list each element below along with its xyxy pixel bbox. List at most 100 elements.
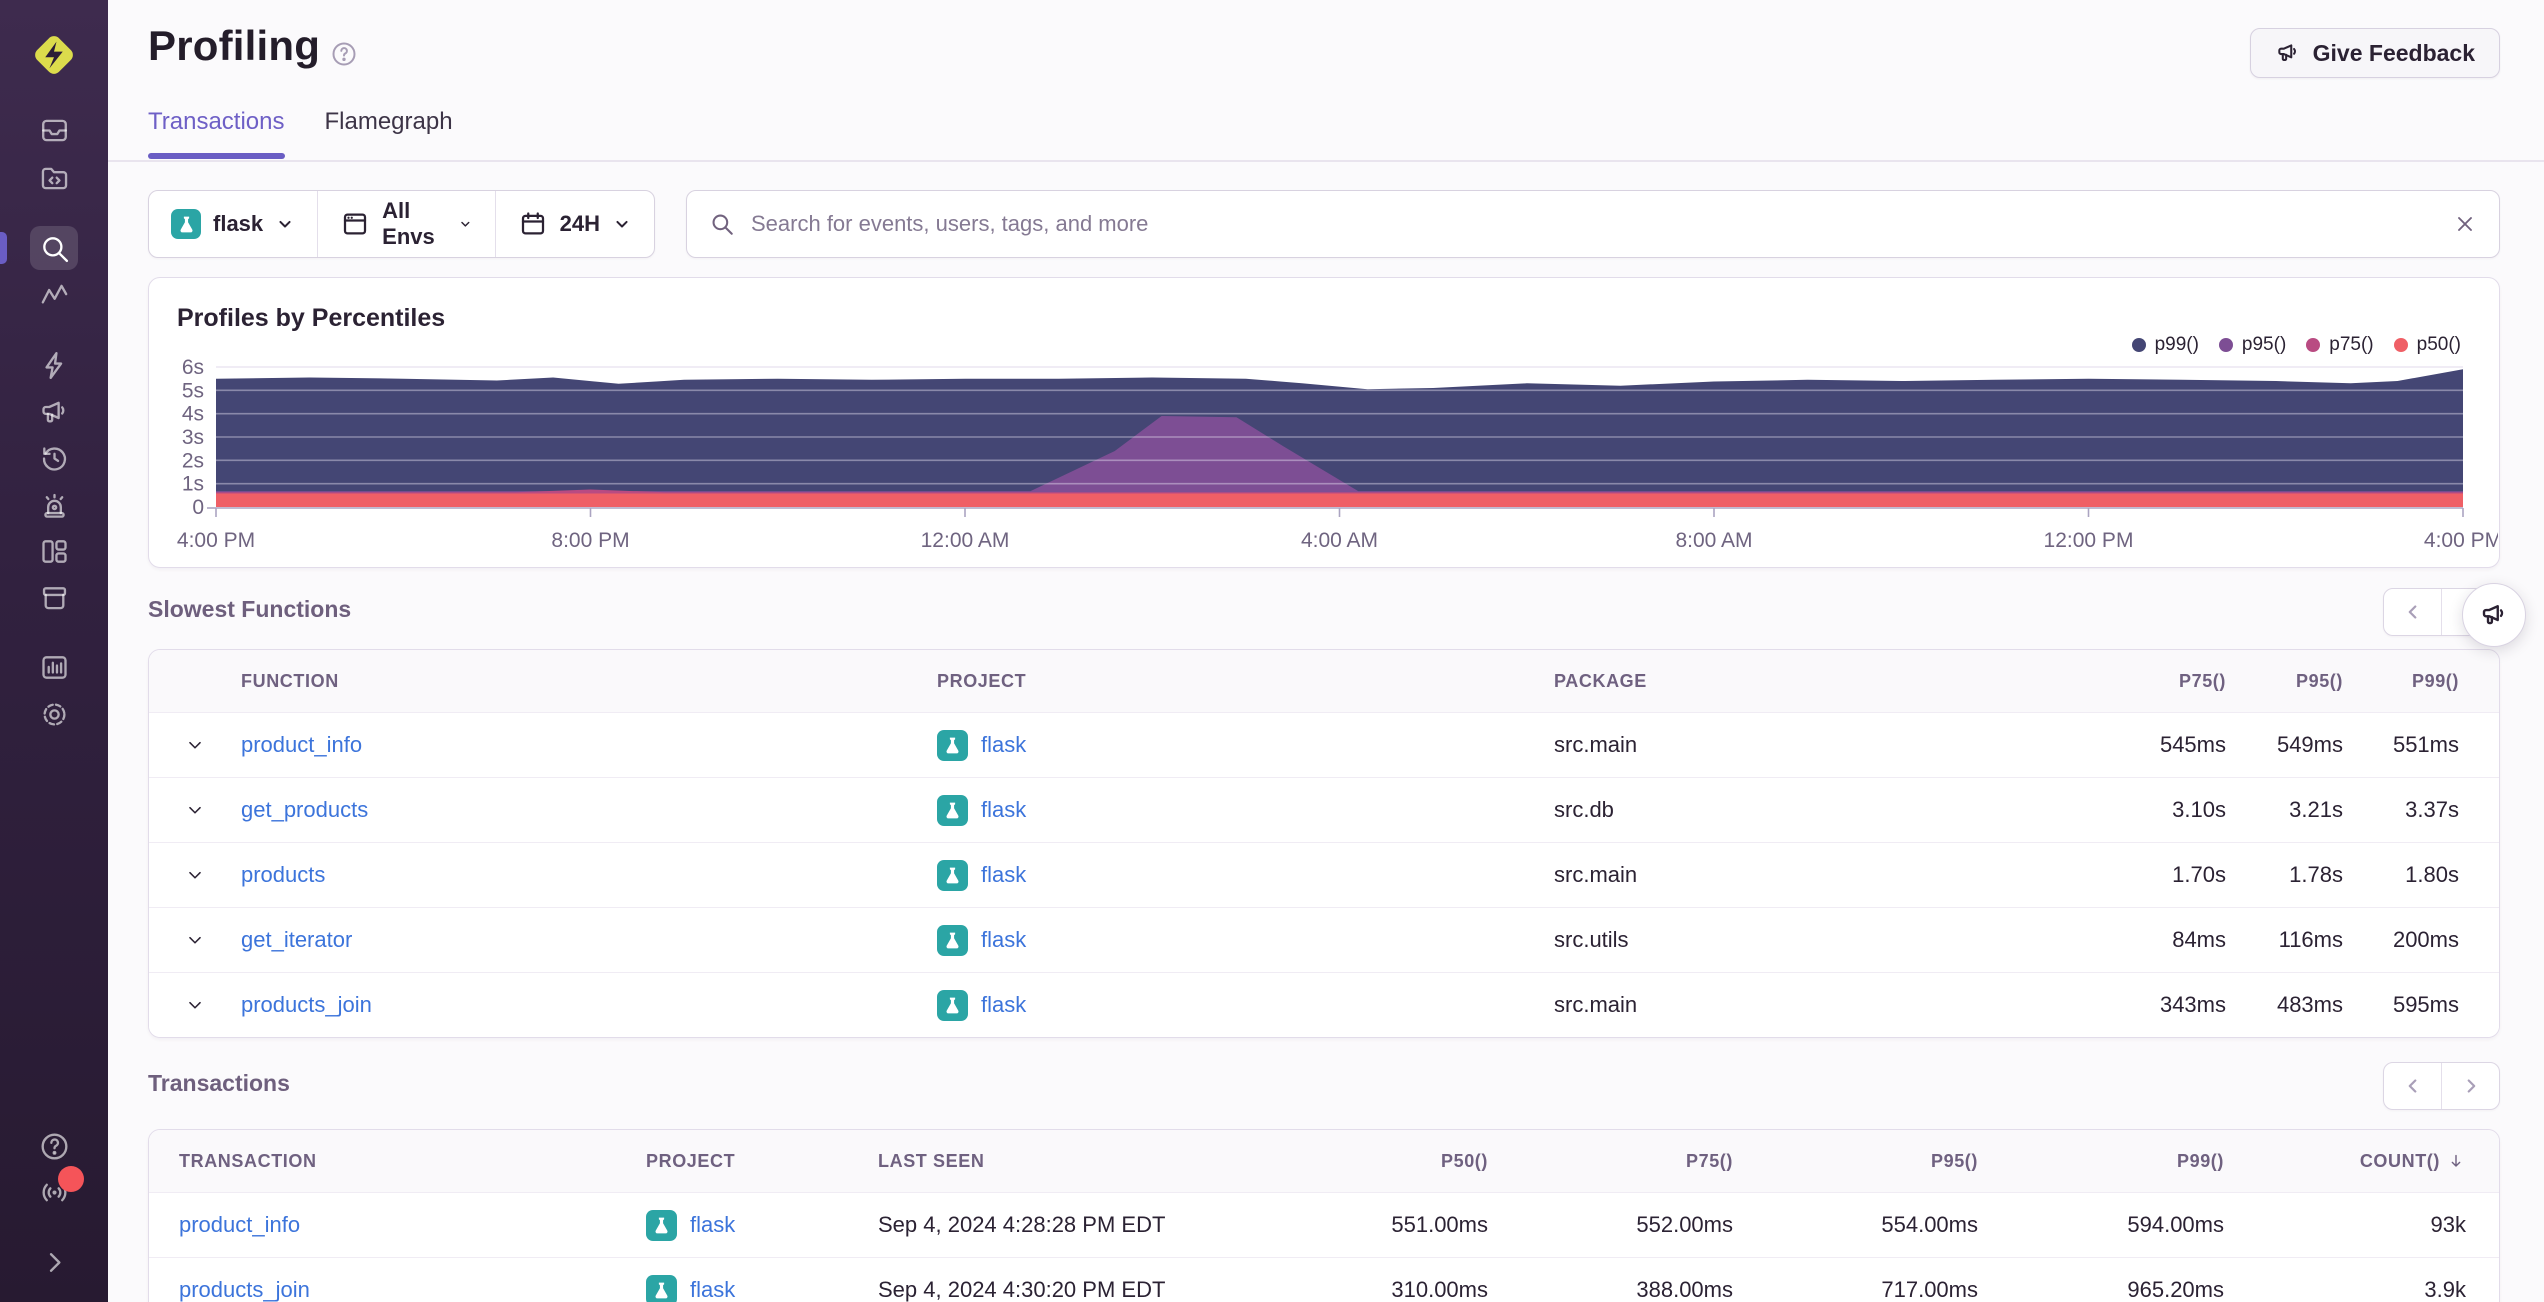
next-page-button[interactable] — [2441, 1063, 2499, 1109]
transaction-cell: products_join — [149, 1277, 646, 1302]
column-header-p75[interactable]: P75() — [1488, 1151, 1733, 1172]
column-header-label: P99() — [2176, 1150, 2224, 1171]
column-header-p50[interactable]: P50() — [1243, 1151, 1488, 1172]
project-link[interactable]: flask — [981, 992, 1026, 1018]
stats-icon — [38, 651, 71, 684]
environment-filter[interactable]: All Envs — [317, 191, 494, 257]
column-header-package: PACKAGE — [1554, 670, 1647, 691]
project-link[interactable]: flask — [981, 732, 1026, 758]
column-header-p99[interactable]: P99() — [1978, 1151, 2224, 1172]
column-header-p95[interactable]: P95() — [1733, 1151, 1978, 1172]
legend-item-p99[interactable]: p99() — [2131, 334, 2199, 356]
function-link[interactable]: products — [241, 862, 325, 887]
previous-page-button[interactable] — [2384, 589, 2441, 635]
function-link[interactable]: product_info — [241, 732, 362, 757]
sidebar-item-performance[interactable] — [30, 343, 78, 387]
sidebar-item-dashboards[interactable] — [30, 529, 78, 573]
p99-value: 594.00ms — [2127, 1212, 2224, 1237]
p75-value: 388.00ms — [1636, 1277, 1733, 1302]
column-header-project: PROJECT — [937, 670, 1027, 691]
function-link[interactable]: get_iterator — [241, 927, 352, 952]
sidebar-item-traces[interactable] — [30, 273, 78, 317]
project-link[interactable]: flask — [690, 1277, 735, 1302]
transaction-link[interactable]: products_join — [179, 1277, 310, 1302]
sidebar-item-collapse[interactable] — [30, 1240, 78, 1284]
area-series-p50 — [216, 493, 2463, 507]
archive-icon — [38, 582, 71, 615]
legend-item-p50[interactable]: p50() — [2393, 334, 2461, 356]
project-cell: flask — [937, 989, 1554, 1021]
project-link[interactable]: flask — [690, 1212, 735, 1238]
floating-feedback-button[interactable] — [2462, 583, 2526, 647]
traces-icon — [38, 279, 71, 312]
function-link[interactable]: products_join — [241, 992, 372, 1017]
project-filter[interactable]: flask — [149, 191, 317, 257]
chevron-down-icon — [616, 220, 628, 228]
close-icon[interactable] — [2453, 212, 2477, 236]
help-icon[interactable] — [330, 40, 358, 68]
sidebar — [0, 0, 108, 1302]
date-range-filter[interactable]: 24H — [494, 191, 654, 257]
main-content: Profiling Give Feedback Transactions Flam… — [108, 0, 2544, 1302]
p95-value: 554.00ms — [1881, 1212, 1978, 1237]
package-cell: src.main — [1554, 732, 1638, 757]
search-icon — [712, 214, 733, 235]
flask-platform-icon — [171, 209, 201, 239]
profiling-tabs: Transactions Flamegraph — [148, 108, 453, 159]
package-cell: src.main — [1554, 862, 1638, 887]
expand-row-button[interactable] — [149, 994, 241, 1016]
function-cell: products — [241, 862, 937, 888]
sentry-logo[interactable] — [29, 30, 79, 80]
sidebar-item-settings[interactable] — [30, 692, 78, 736]
chevron-right-icon — [2467, 1079, 2475, 1093]
function-link[interactable]: get_products — [241, 797, 368, 822]
p95-value: 1.78s — [2289, 862, 2343, 887]
chevron-left-icon — [2408, 605, 2416, 619]
expand-row-button[interactable] — [149, 734, 241, 756]
project-cell: flask — [937, 794, 1554, 826]
project-link[interactable]: flask — [981, 927, 1026, 953]
column-header-p99: P99() — [2411, 670, 2459, 691]
previous-page-button[interactable] — [2384, 1063, 2441, 1109]
count-value: 93k — [2430, 1212, 2466, 1237]
sidebar-item-help[interactable] — [30, 1124, 78, 1168]
projects-icon — [38, 162, 71, 195]
page-title: Profiling — [148, 22, 321, 69]
tab-transactions[interactable]: Transactions — [148, 108, 285, 159]
expand-row-button[interactable] — [149, 929, 241, 951]
column-header-label: TRANSACTION — [179, 1150, 317, 1171]
column-header-count[interactable]: COUNT() — [2224, 1151, 2499, 1172]
sidebar-item-releases[interactable] — [30, 576, 78, 620]
legend-dot — [2218, 338, 2233, 352]
project-link[interactable]: flask — [981, 797, 1026, 823]
chevron-down-icon — [184, 734, 206, 756]
p95-value: 116ms — [2278, 927, 2343, 952]
dashboards-icon — [38, 535, 71, 568]
window-icon — [340, 209, 370, 239]
legend-item-p75[interactable]: p75() — [2306, 334, 2374, 356]
transaction-link[interactable]: product_info — [179, 1212, 300, 1237]
package-cell: src.utils — [1554, 927, 1629, 952]
flask-platform-icon — [937, 989, 968, 1021]
give-feedback-button[interactable]: Give Feedback — [2249, 28, 2500, 78]
help-icon — [38, 1130, 71, 1163]
megaphone-icon — [38, 396, 71, 429]
sidebar-item-replays[interactable] — [30, 436, 78, 480]
function-cell: products_join — [241, 992, 937, 1018]
sidebar-item-feedback[interactable] — [30, 390, 78, 434]
p95-value: 549ms — [2276, 732, 2343, 757]
expand-row-button[interactable] — [149, 864, 241, 886]
search-input[interactable] — [749, 210, 2439, 238]
column-header-label: P75() — [1685, 1150, 1733, 1171]
tab-flamegraph[interactable]: Flamegraph — [325, 108, 453, 156]
sidebar-item-explore[interactable] — [30, 226, 78, 270]
sidebar-item-projects[interactable] — [30, 156, 78, 200]
legend-item-p95[interactable]: p95() — [2218, 334, 2286, 356]
expand-row-button[interactable] — [149, 799, 241, 821]
slowest-functions-header: Slowest Functions — [148, 588, 2500, 638]
p50-value: 551.00ms — [1391, 1212, 1488, 1237]
sidebar-item-alerts[interactable] — [30, 483, 78, 527]
sidebar-item-issues[interactable] — [30, 108, 78, 152]
sidebar-item-stats[interactable] — [30, 645, 78, 689]
project-link[interactable]: flask — [981, 862, 1026, 888]
